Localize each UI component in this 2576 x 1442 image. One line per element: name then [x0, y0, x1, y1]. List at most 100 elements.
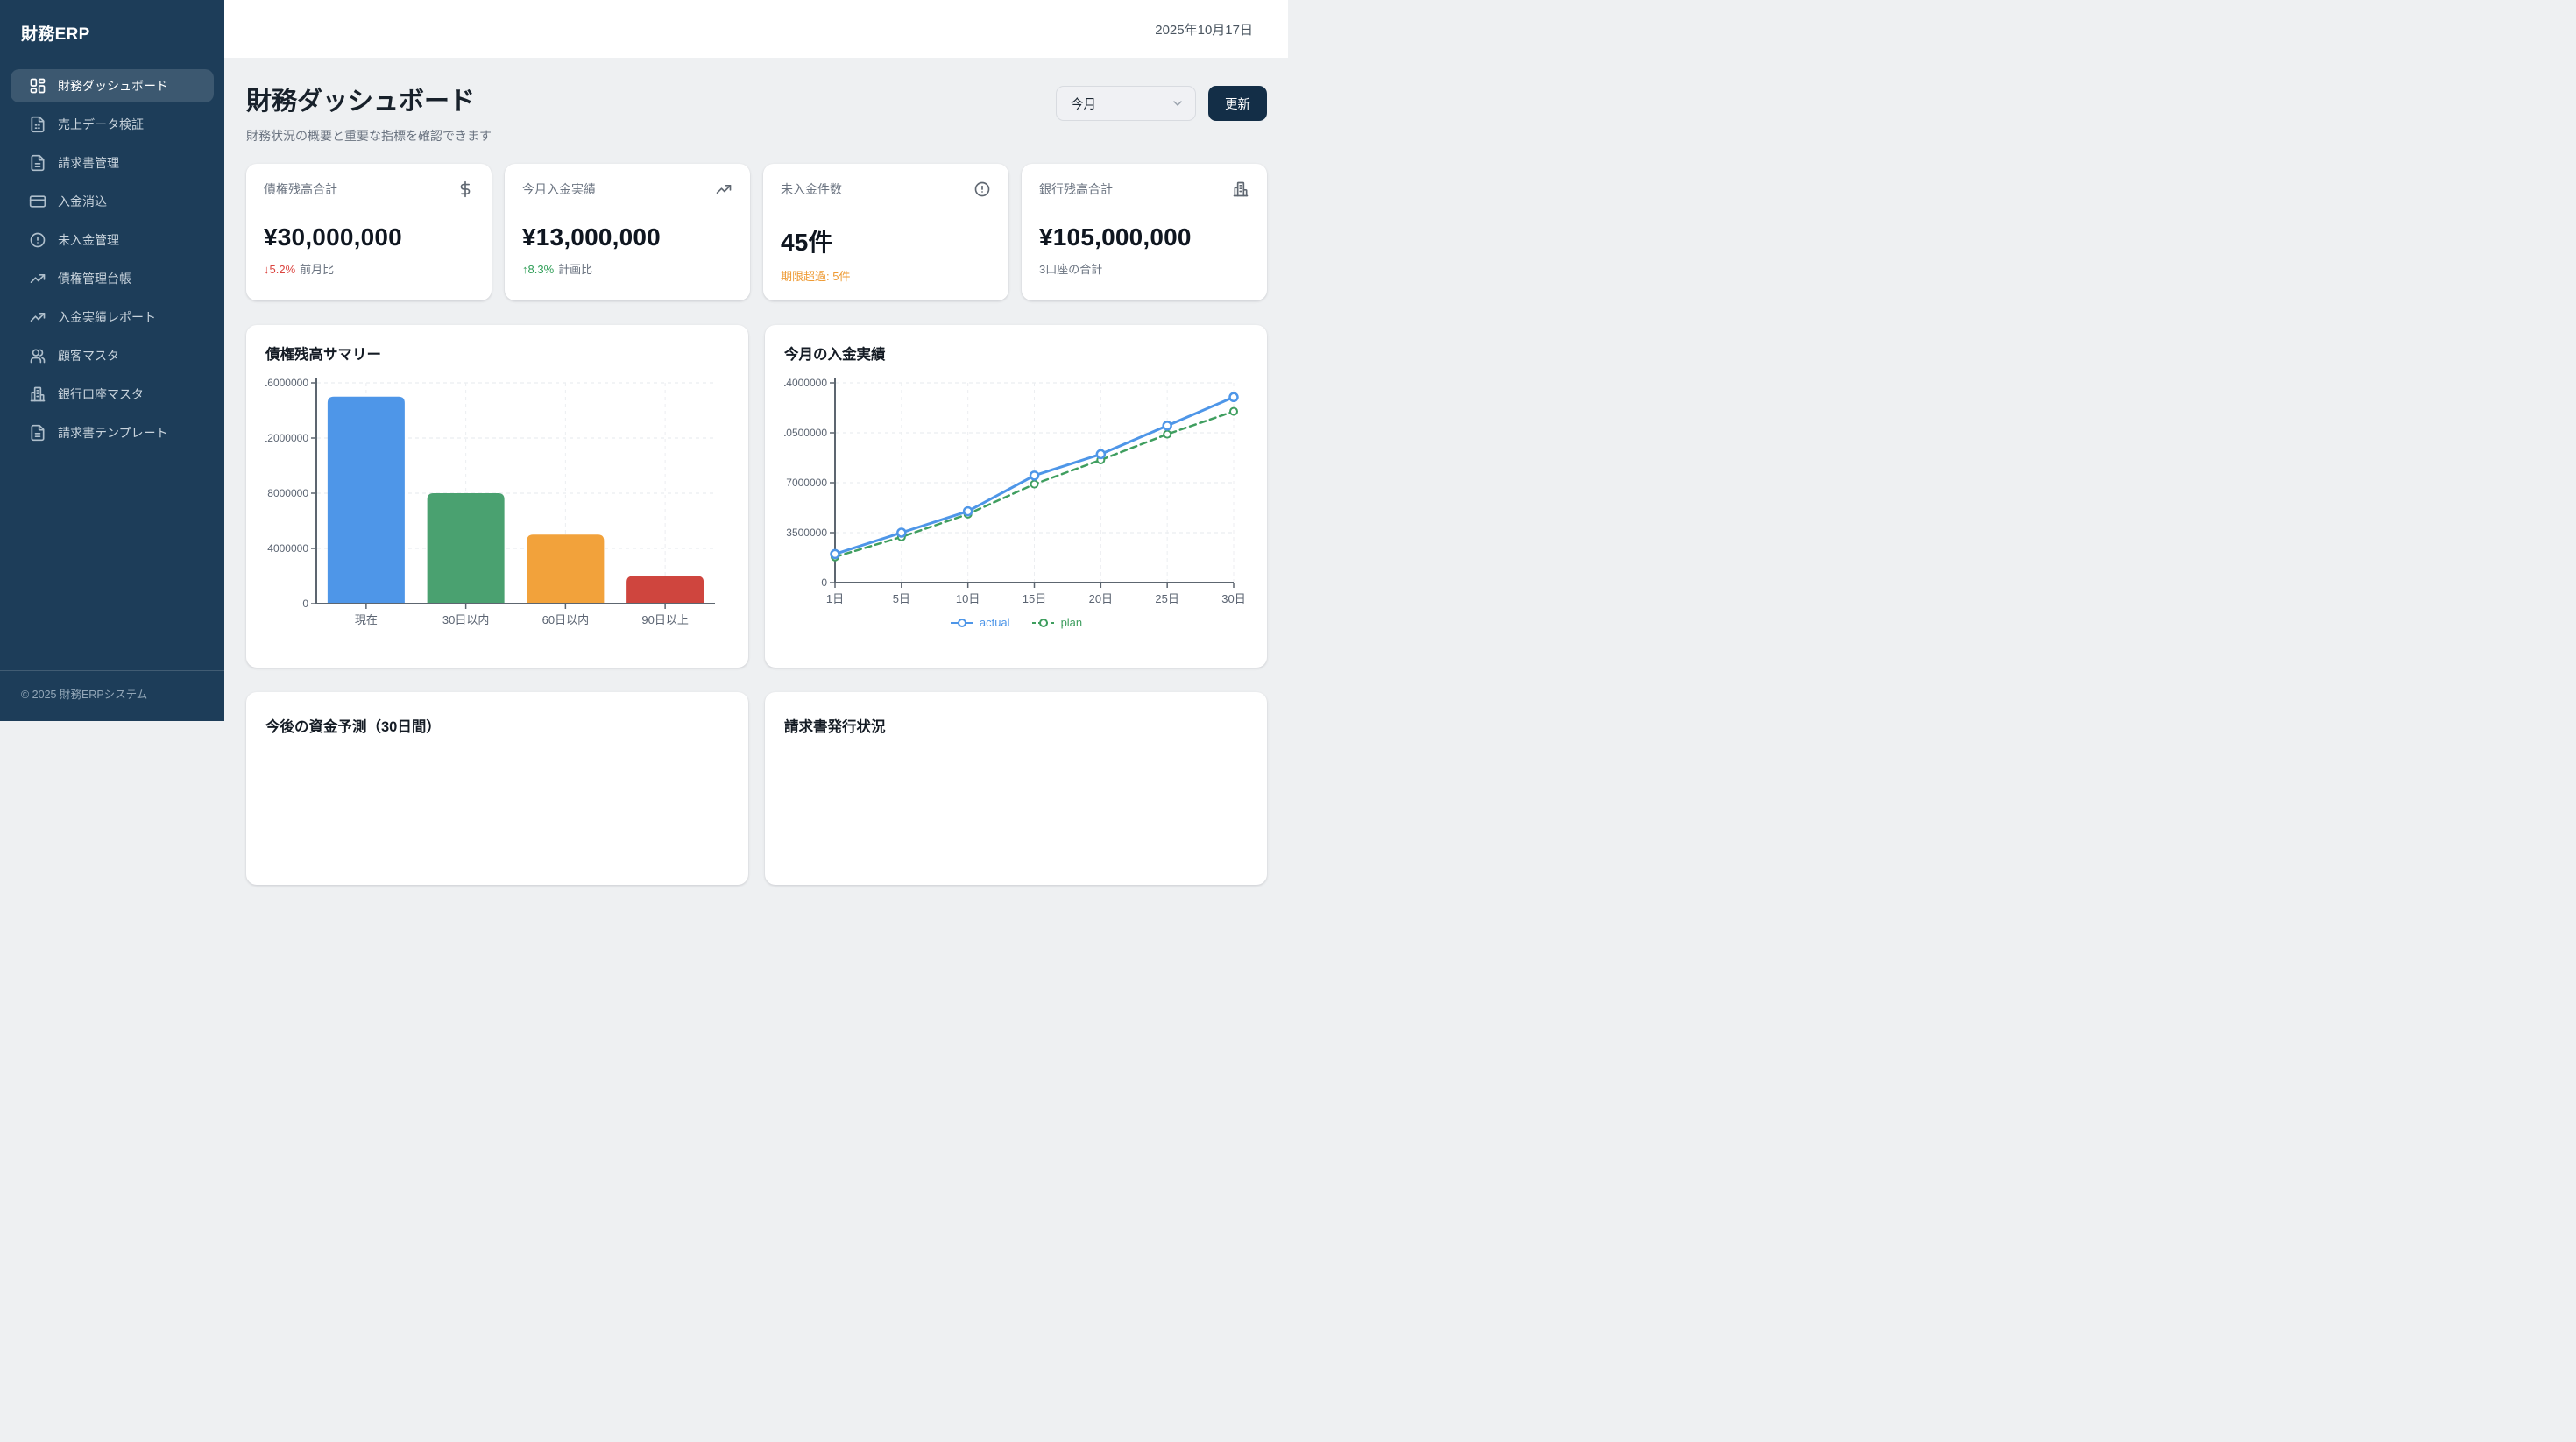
sidebar-nav: 財務ダッシュボード売上データ検証請求書管理入金消込未入金管理債権管理台帳入金実績…	[0, 57, 224, 670]
period-select[interactable]: 今月	[1056, 86, 1196, 121]
svg-text:60日以内: 60日以内	[542, 613, 589, 626]
dollar-icon	[456, 180, 474, 198]
kpi-label: 未入金件数	[781, 180, 842, 198]
legend-label: plan	[1061, 616, 1083, 629]
dashboard-icon	[29, 77, 46, 95]
sidebar-item[interactable]: 顧客マスタ	[11, 339, 214, 372]
svg-text:1日: 1日	[826, 592, 844, 605]
file-text-icon	[29, 424, 46, 442]
kpi-note: 前月比	[300, 263, 334, 276]
cash-forecast-card: 今後の資金予測（30日間）	[246, 692, 748, 885]
sidebar-item-label: 入金実績レポート	[58, 308, 156, 326]
page-header: 財務ダッシュボード 財務状況の概要と重要な指標を確認できます 今月 更新	[246, 75, 1267, 145]
kpi-sub: ↑8.3% 計画比	[522, 260, 732, 277]
svg-text:90日以上: 90日以上	[641, 613, 688, 626]
kpi-delta: ↓5.2%	[264, 263, 295, 276]
bottom-row: 今後の資金予測（30日間） 請求書発行状況	[246, 692, 1267, 885]
kpi-note: 3口座の合計	[1039, 263, 1102, 276]
charts-row: 債権残高サマリー 0400000080000001200000016000000…	[246, 325, 1267, 668]
trending-up-icon	[29, 270, 46, 287]
main-area: 2025年10月17日 財務ダッシュボード 財務状況の概要と重要な指標を確認でき…	[224, 0, 1288, 721]
chevron-down-icon	[1171, 96, 1185, 110]
content: 財務ダッシュボード 財務状況の概要と重要な指標を確認できます 今月 更新 債権残…	[224, 58, 1288, 885]
svg-text:10日: 10日	[956, 592, 980, 605]
file-data-icon	[29, 116, 46, 133]
bar-chart-title: 債権残高サマリー	[265, 343, 729, 364]
sidebar-item-label: 銀行口座マスタ	[58, 385, 144, 403]
kpi-value: ¥30,000,000	[264, 223, 474, 251]
invoice-status-card: 請求書発行状況	[765, 692, 1267, 885]
kpi-delta: ↑8.3%	[522, 263, 554, 276]
svg-text:12000000: 12000000	[265, 432, 308, 444]
sidebar-item-label: 財務ダッシュボード	[58, 77, 168, 95]
sidebar-item[interactable]: 銀行口座マスタ	[11, 378, 214, 411]
svg-text:0: 0	[302, 597, 308, 610]
app-root: 財務ERP 財務ダッシュボード売上データ検証請求書管理入金消込未入金管理債権管理…	[0, 0, 1288, 721]
refresh-button[interactable]: 更新	[1208, 86, 1267, 121]
line-chart-title: 今月の入金実績	[784, 343, 1248, 364]
legend-item: plan	[1031, 616, 1083, 629]
svg-text:20日: 20日	[1089, 592, 1113, 605]
legend-item: actual	[950, 616, 1010, 629]
kpi-sub: 3口座の合計	[1039, 260, 1249, 277]
svg-text:30日以内: 30日以内	[442, 613, 489, 626]
sidebar-item[interactable]: 未入金管理	[11, 223, 214, 257]
period-select-value: 今月	[1071, 95, 1096, 113]
page-subtitle: 財務状況の概要と重要な指標を確認できます	[246, 127, 492, 145]
svg-text:3500000: 3500000	[786, 527, 827, 539]
bank-icon	[1232, 180, 1249, 198]
kpi-card: 未入金件数 45件期限超過: 5件	[763, 164, 1008, 300]
sidebar-item[interactable]: 入金実績レポート	[11, 300, 214, 334]
current-date: 2025年10月17日	[1155, 20, 1253, 39]
kpi-row: 債権残高合計 ¥30,000,000 ↓5.2% 前月比 今月入金実績 ¥13,000,0…	[246, 164, 1267, 300]
svg-text:5日: 5日	[893, 592, 910, 605]
trending-up-icon	[715, 180, 732, 198]
kpi-card: 今月入金実績 ¥13,000,000 ↑8.3% 計画比	[505, 164, 750, 300]
credit-card-icon	[29, 193, 46, 210]
svg-text:0: 0	[821, 576, 827, 589]
sidebar-item[interactable]: 請求書テンプレート	[11, 416, 214, 449]
bank-icon	[29, 385, 46, 403]
bar-chart-card: 債権残高サマリー 0400000080000001200000016000000…	[246, 325, 748, 668]
svg-text:30日: 30日	[1221, 592, 1245, 605]
kpi-value: 45件	[781, 223, 991, 258]
sidebar-item-label: 請求書テンプレート	[58, 424, 168, 442]
kpi-value: ¥105,000,000	[1039, 223, 1249, 251]
sidebar-item-label: 債権管理台帳	[58, 270, 131, 287]
sidebar-item[interactable]: 財務ダッシュボード	[11, 69, 214, 102]
svg-text:4000000: 4000000	[267, 542, 308, 555]
sidebar-footer: © 2025 財務ERPシステム	[0, 670, 224, 721]
line-chart-card: 今月の入金実績 03500000700000010500000140000001…	[765, 325, 1267, 668]
legend-label: actual	[980, 616, 1010, 629]
kpi-label: 債権残高合計	[264, 180, 337, 198]
svg-text:25日: 25日	[1155, 592, 1178, 605]
sidebar: 財務ERP 財務ダッシュボード売上データ検証請求書管理入金消込未入金管理債権管理…	[0, 0, 224, 721]
sidebar-item[interactable]: 債権管理台帳	[11, 262, 214, 295]
sidebar-item-label: 未入金管理	[58, 231, 119, 249]
svg-text:16000000: 16000000	[265, 377, 308, 389]
kpi-delta: 期限超過: 5件	[781, 270, 850, 283]
kpi-note: 計画比	[558, 263, 592, 276]
svg-text:14000000: 14000000	[784, 377, 827, 389]
sidebar-item-label: 顧客マスタ	[58, 347, 119, 364]
sidebar-item[interactable]: 売上データ検証	[11, 108, 214, 141]
sidebar-item-label: 売上データ検証	[58, 116, 144, 133]
svg-text:15日: 15日	[1023, 592, 1046, 605]
kpi-value: ¥13,000,000	[522, 223, 732, 251]
kpi-card: 債権残高合計 ¥30,000,000 ↓5.2% 前月比	[246, 164, 492, 300]
kpi-label: 銀行残高合計	[1039, 180, 1113, 198]
alert-circle-icon	[973, 180, 991, 198]
svg-text:現在: 現在	[355, 613, 378, 626]
sidebar-item-label: 入金消込	[58, 193, 107, 210]
alert-circle-icon	[29, 231, 46, 249]
svg-text:10500000: 10500000	[784, 427, 827, 439]
sidebar-item[interactable]: 請求書管理	[11, 146, 214, 180]
sidebar-item[interactable]: 入金消込	[11, 185, 214, 218]
file-text-icon	[29, 154, 46, 172]
legend-marker-icon	[1031, 618, 1056, 628]
users-icon	[29, 347, 46, 364]
kpi-sub: ↓5.2% 前月比	[264, 260, 474, 277]
kpi-label: 今月入金実績	[522, 180, 596, 198]
line-chart-legend: actual plan	[784, 616, 1248, 629]
topbar: 2025年10月17日	[224, 0, 1288, 58]
